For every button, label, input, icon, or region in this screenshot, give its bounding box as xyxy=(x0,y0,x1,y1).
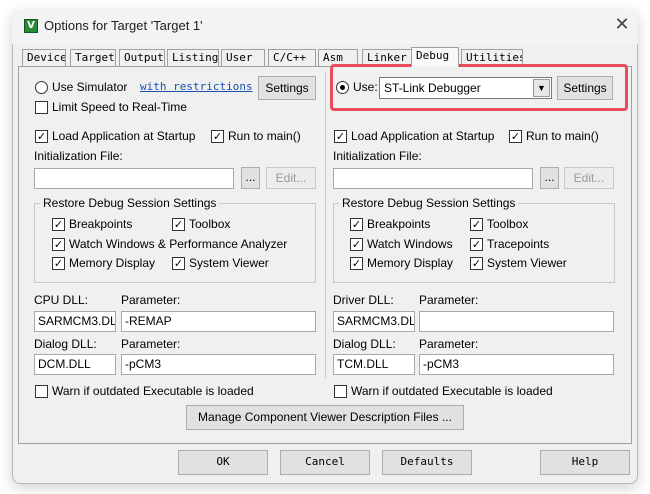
right-toolbox-checkbox[interactable]: ✓ xyxy=(470,218,483,231)
right-dialog-parameter-input[interactable]: -pCM3 xyxy=(419,354,614,375)
right-dialog-dll-label: Dialog DLL: xyxy=(333,337,396,351)
left-restore-title: Restore Debug Session Settings xyxy=(40,196,220,210)
defaults-button[interactable]: Defaults xyxy=(382,450,472,475)
left-watch-windows-checkbox[interactable]: ✓ xyxy=(52,238,65,251)
close-icon[interactable]: ✕ xyxy=(612,15,632,35)
right-tracepoints-checkbox[interactable]: ✓ xyxy=(470,238,483,251)
right-watch-windows-label: Watch Windows xyxy=(367,237,453,251)
driver-dll-parameter-input[interactable] xyxy=(419,311,614,332)
right-system-viewer-label: System Viewer xyxy=(487,256,567,270)
help-button[interactable]: Help xyxy=(540,450,630,475)
tab-listing[interactable]: Listing xyxy=(167,49,219,67)
cancel-button[interactable]: Cancel xyxy=(280,450,370,475)
right-memory-display-checkbox[interactable]: ✓ xyxy=(350,257,363,270)
left-dialog-parameter-input[interactable]: -pCM3 xyxy=(121,354,316,375)
left-memory-display-checkbox[interactable]: ✓ xyxy=(52,257,65,270)
right-toolbox-label: Toolbox xyxy=(487,217,529,231)
cpu-dll-label: CPU DLL: xyxy=(34,293,89,307)
left-warn-checkbox[interactable] xyxy=(35,385,48,398)
column-divider xyxy=(325,72,326,378)
driver-dll-input[interactable]: SARMCM3.DLL xyxy=(333,311,415,332)
left-edit-button[interactable]: Edit... xyxy=(266,167,316,189)
tab-c-cpp[interactable]: C/C++ xyxy=(268,49,316,67)
window-title: Options for Target 'Target 1' xyxy=(44,18,203,33)
debugger-highlight-box xyxy=(330,64,628,111)
right-dialog-dll-input[interactable]: TCM.DLL xyxy=(333,354,415,375)
limit-speed-checkbox[interactable] xyxy=(35,101,48,114)
left-dialog-dll-input[interactable]: DCM.DLL xyxy=(34,354,116,375)
left-init-file-label: Initialization File: xyxy=(34,149,123,163)
left-run-to-main-label: Run to main() xyxy=(228,129,301,143)
right-warn-label: Warn if outdated Executable is loaded xyxy=(351,384,553,398)
left-run-to-main-checkbox[interactable]: ✓ xyxy=(211,130,224,143)
right-run-to-main-label: Run to main() xyxy=(526,129,599,143)
tab-debug[interactable]: Debug xyxy=(411,47,459,67)
right-breakpoints-checkbox[interactable]: ✓ xyxy=(350,218,363,231)
ok-button[interactable]: OK xyxy=(178,450,268,475)
cpu-dll-parameter-input[interactable]: -REMAP xyxy=(121,311,316,332)
left-system-viewer-checkbox[interactable]: ✓ xyxy=(172,257,185,270)
left-breakpoints-label: Breakpoints xyxy=(69,217,133,231)
left-init-file-input[interactable] xyxy=(34,168,234,189)
simulator-settings-button[interactable]: Settings xyxy=(258,76,316,100)
left-watch-windows-label: Watch Windows & Performance Analyzer xyxy=(69,237,288,251)
left-breakpoints-checkbox[interactable]: ✓ xyxy=(52,218,65,231)
use-simulator-radio[interactable] xyxy=(35,81,48,94)
left-toolbox-label: Toolbox xyxy=(189,217,231,231)
right-watch-windows-checkbox[interactable]: ✓ xyxy=(350,238,363,251)
use-simulator-label: Use Simulator xyxy=(52,80,128,94)
right-run-to-main-checkbox[interactable]: ✓ xyxy=(509,130,522,143)
left-load-app-checkbox[interactable]: ✓ xyxy=(35,130,48,143)
driver-dll-parameter-label: Parameter: xyxy=(419,293,479,307)
right-init-file-label: Initialization File: xyxy=(333,149,422,163)
with-restrictions-link[interactable]: with restrictions xyxy=(140,80,253,93)
tab-device[interactable]: Device xyxy=(22,49,66,67)
driver-dll-label: Driver DLL: xyxy=(333,293,394,307)
app-icon: V xyxy=(24,19,38,33)
right-init-file-input[interactable] xyxy=(333,168,533,189)
left-toolbox-checkbox[interactable]: ✓ xyxy=(172,218,185,231)
tab-target[interactable]: Target xyxy=(70,49,116,67)
right-restore-title: Restore Debug Session Settings xyxy=(339,196,519,210)
left-memory-display-label: Memory Display xyxy=(69,256,156,270)
right-warn-checkbox[interactable] xyxy=(334,385,347,398)
left-warn-label: Warn if outdated Executable is loaded xyxy=(52,384,254,398)
right-edit-button[interactable]: Edit... xyxy=(564,167,614,189)
right-load-app-label: Load Application at Startup xyxy=(351,129,495,143)
right-dialog-parameter-label: Parameter: xyxy=(419,337,479,351)
left-system-viewer-label: System Viewer xyxy=(189,256,269,270)
right-browse-button[interactable]: ... xyxy=(540,167,559,189)
left-load-app-label: Load Application at Startup xyxy=(52,129,196,143)
manage-component-viewer-button[interactable]: Manage Component Viewer Description File… xyxy=(186,405,464,430)
cpu-dll-input[interactable]: SARMCM3.DLL xyxy=(34,311,116,332)
right-memory-display-label: Memory Display xyxy=(367,256,454,270)
right-system-viewer-checkbox[interactable]: ✓ xyxy=(470,257,483,270)
cpu-dll-parameter-label: Parameter: xyxy=(121,293,181,307)
limit-speed-label: Limit Speed to Real-Time xyxy=(52,100,187,114)
left-dialog-parameter-label: Parameter: xyxy=(121,337,181,351)
tab-output[interactable]: Output xyxy=(119,49,165,67)
tab-user[interactable]: User xyxy=(221,49,265,67)
right-breakpoints-label: Breakpoints xyxy=(367,217,431,231)
right-load-app-checkbox[interactable]: ✓ xyxy=(334,130,347,143)
left-browse-button[interactable]: ... xyxy=(241,167,260,189)
right-tracepoints-label: Tracepoints xyxy=(487,237,550,251)
left-dialog-dll-label: Dialog DLL: xyxy=(34,337,97,351)
